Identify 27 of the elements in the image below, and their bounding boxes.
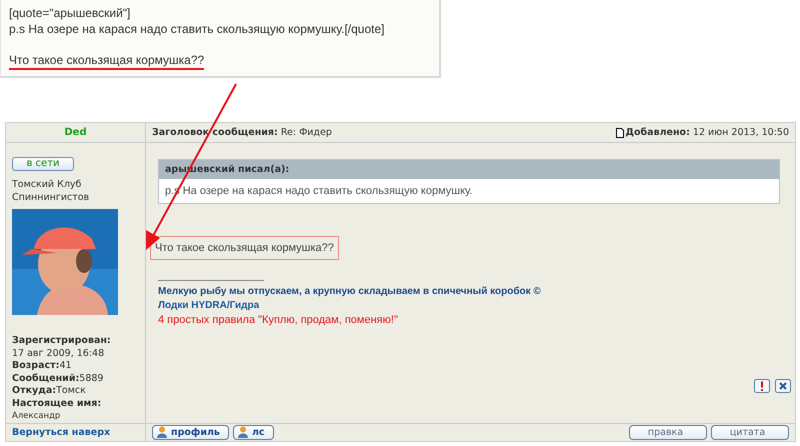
signature-link[interactable]: 4 простых правила "Куплю, продам, поменяю!"	[158, 313, 398, 328]
editor-line: Что такое скользящая кормушка??	[9, 53, 204, 70]
profile-field: Настоящее имя: Александр	[12, 398, 139, 423]
user-rank: Томский Клуб Спиннингистов	[12, 178, 90, 204]
post-subject: Заголовок сообщения: Re: Фидер	[152, 127, 332, 138]
profile-button[interactable]: лс	[232, 424, 274, 440]
online-button[interactable]: в сети	[12, 157, 74, 172]
signature-link[interactable]: Мелкую рыбу мы отпускаем, а крупную складываем в спичечный коробок ©	[158, 285, 541, 300]
profile-field: Откуда:Томск	[12, 385, 139, 398]
post-action-button[interactable]: цитата	[711, 424, 789, 440]
post-date: Добавлено: 12 июн 2013, 10:50	[626, 127, 789, 138]
editor-line: [quote="арышевский"]	[9, 5, 132, 21]
document-icon[interactable]	[616, 128, 624, 138]
report-icon[interactable]	[754, 378, 770, 393]
user-icon	[156, 426, 168, 438]
user-icon	[236, 426, 249, 438]
message-text: Что такое скользящая кормушка??	[150, 236, 339, 260]
post-action-button[interactable]: правка	[629, 424, 707, 440]
text-editor[interactable]: [quote="арышевский"] p.s На озере на карася надо ставить скользящую кормушку.[/quote] Что такое скользящая кормушка??	[0, 0, 441, 78]
editor-line: p.s На озере на карася надо ставить скользящую кормушку.[/quote]	[9, 21, 386, 37]
signature-link[interactable]: Лодки HYDRA/Гидра	[158, 299, 260, 314]
back-to-top-link[interactable]: Вернуться наверх	[12, 426, 110, 438]
profile-field: Сообщений:5889	[12, 372, 139, 386]
close-icon[interactable]	[775, 378, 791, 393]
profile-field: Зарегистрирован: 17 авг 2009, 16:48	[12, 335, 139, 360]
profile-button[interactable]: профиль	[152, 424, 229, 440]
profile-field: Возраст:41	[12, 360, 139, 373]
